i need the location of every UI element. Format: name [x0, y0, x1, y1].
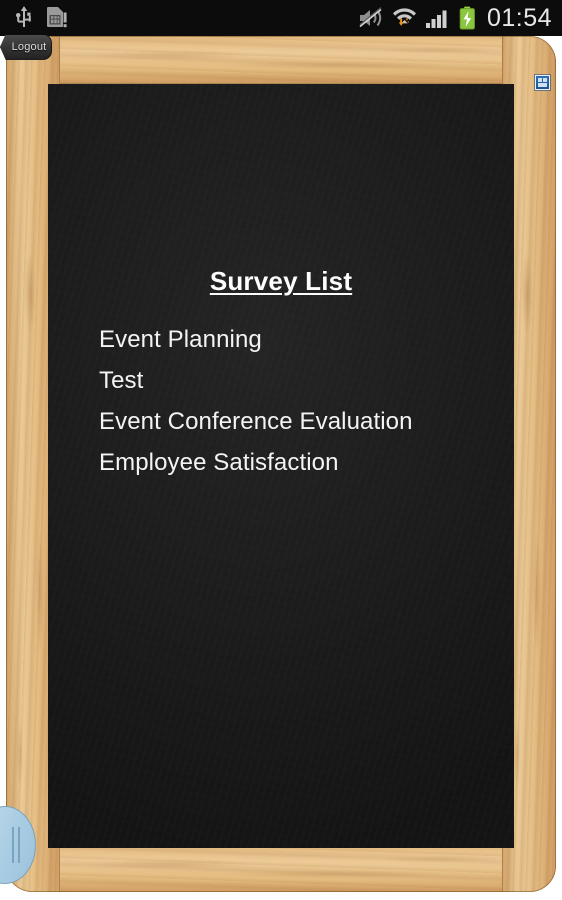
status-bar-left-icons	[14, 0, 68, 36]
wifi-transfer-icon	[392, 8, 416, 26]
status-bar-clock: 01:54	[486, 3, 552, 32]
app-badge-icon[interactable]	[535, 75, 550, 90]
list-item[interactable]: Test	[48, 360, 514, 401]
status-bar: 01:54	[0, 0, 562, 36]
logout-button-label: Logout	[11, 41, 47, 53]
survey-list: Event Planning Test Event Conference Eva…	[48, 319, 514, 483]
survey-list-container: Survey List Event Planning Test Event Co…	[48, 84, 514, 483]
grip-lines-icon	[12, 827, 20, 863]
grip-line	[12, 827, 14, 863]
list-item[interactable]: Employee Satisfaction	[48, 442, 514, 483]
sim-card-alert-icon	[47, 7, 67, 28]
status-bar-right-icons: 01:54	[359, 0, 552, 36]
battery-charging-icon	[459, 6, 475, 30]
blackboard-panel: Survey List Event Planning Test Event Co…	[48, 84, 514, 848]
frame-rail-bottom	[60, 844, 502, 892]
badge-glyph-icon	[538, 78, 547, 87]
volume-mute-icon	[359, 7, 382, 28]
app-root: Survey List Event Planning Test Event Co…	[0, 0, 562, 900]
page-title: Survey List	[209, 266, 353, 296]
list-item[interactable]: Event Planning	[48, 319, 514, 360]
usb-icon	[16, 6, 31, 27]
logout-button[interactable]: Logout	[0, 34, 52, 60]
frame-rail-top	[60, 36, 502, 84]
grip-line	[18, 827, 20, 863]
signal-bars-icon	[425, 10, 447, 28]
list-item[interactable]: Event Conference Evaluation	[48, 401, 514, 442]
